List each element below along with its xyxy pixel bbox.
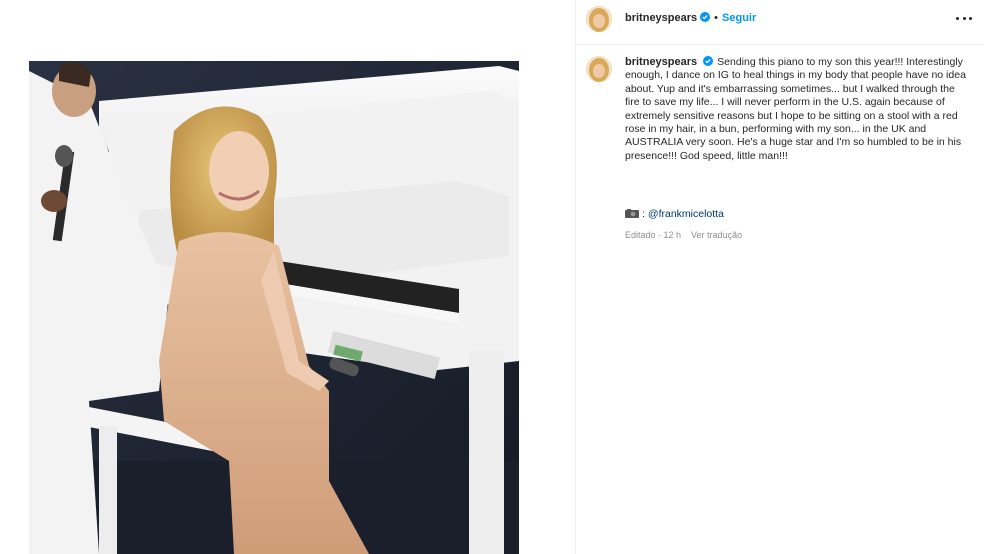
avatar-image <box>586 6 612 32</box>
camera-emoji-icon <box>625 209 639 218</box>
caption-avatar[interactable] <box>586 56 612 82</box>
header-separator: • <box>714 12 719 24</box>
post-photo[interactable] <box>29 61 519 554</box>
verified-badge-icon <box>700 12 711 22</box>
see-translation-link[interactable]: Ver tradução <box>691 230 742 240</box>
caption-body: Sending this piano to my son this year!!… <box>625 56 966 162</box>
follow-button[interactable]: Seguir <box>722 12 756 24</box>
post-header: britneyspears • Seguir <box>576 0 984 45</box>
photo-illustration <box>29 61 519 554</box>
edited-timestamp: Editado · 12 h <box>625 230 682 240</box>
verified-badge-icon <box>703 56 714 66</box>
caption-meta: Editado · 12 h Ver tradução <box>625 230 742 240</box>
avatar-image <box>586 56 612 82</box>
more-horizontal-icon[interactable] <box>956 11 972 25</box>
post-media-panel <box>0 0 575 554</box>
credit-colon: : <box>642 208 645 220</box>
post-sidebar: britneyspears • Seguir britneyspears Sendin… <box>576 0 984 554</box>
photo-credit: : @frankmicelotta <box>625 208 724 220</box>
caption-username[interactable]: britneyspears <box>625 56 697 68</box>
caption-text: britneyspears Sending this piano to my so… <box>625 56 970 163</box>
author-avatar[interactable] <box>586 6 612 32</box>
header-user-row: britneyspears • Seguir <box>625 12 756 24</box>
author-username[interactable]: britneyspears <box>625 12 697 24</box>
credit-mention-link[interactable]: @frankmicelotta <box>648 208 724 220</box>
